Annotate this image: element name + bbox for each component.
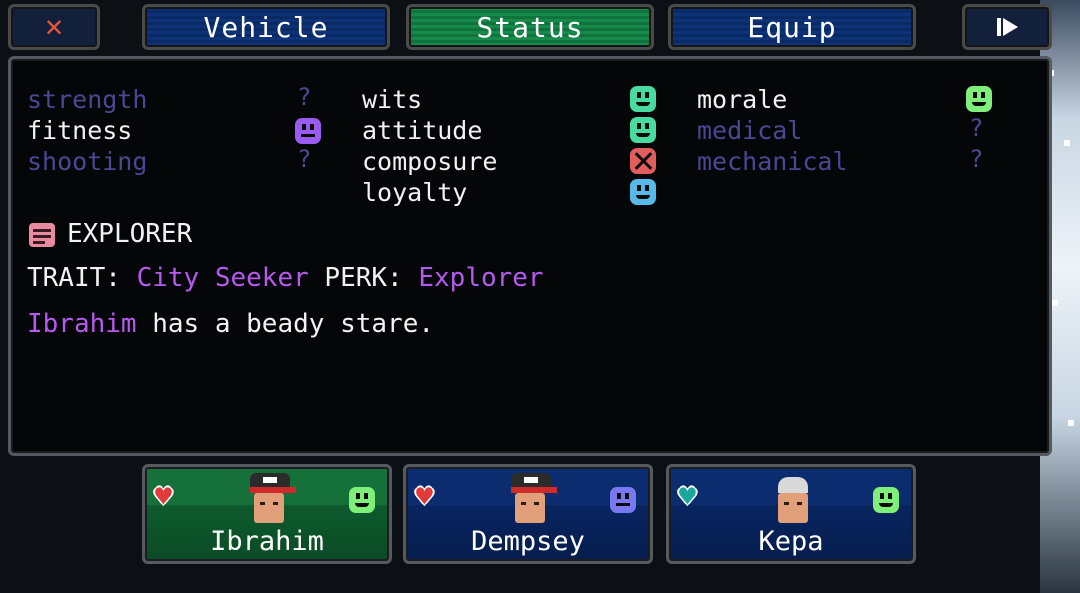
- avatar: [245, 473, 296, 527]
- status-panel: strength ? fitness shooting ? wits attit…: [8, 56, 1052, 456]
- tab-label: Equip: [747, 10, 837, 44]
- trait-perk-line: TRAIT: City Seeker PERK: Explorer: [27, 263, 544, 293]
- stat-shooting-unknown: ?: [297, 145, 312, 173]
- play-next-icon: [996, 18, 1001, 36]
- stat-fitness: fitness: [27, 116, 133, 145]
- stat-composure: composure: [362, 147, 498, 176]
- stat-attitude: attitude: [362, 116, 483, 145]
- happy-face-icon: [966, 86, 992, 112]
- stat-strength-unknown: ?: [297, 83, 312, 111]
- stat-shooting: shooting: [27, 147, 148, 176]
- party-member-name: Ibrahim: [210, 526, 324, 557]
- play-next-icon-arrow: [1002, 18, 1018, 36]
- avatar: [506, 473, 557, 527]
- party-member-name: Dempsey: [471, 526, 585, 557]
- heart-icon: ♥: [155, 480, 172, 513]
- perk-label: PERK:: [324, 263, 403, 293]
- party-member-name: Kepa: [758, 526, 824, 557]
- tab-status[interactable]: Status: [406, 4, 654, 50]
- neutral-face-icon: [610, 487, 636, 513]
- stat-morale: morale: [697, 85, 788, 114]
- party-member-card-kepa[interactable]: ♥ Kepa: [666, 464, 916, 564]
- party-member-card-dempsey[interactable]: ♥ Dempsey: [403, 464, 653, 564]
- character-name: Ibrahim: [27, 309, 137, 339]
- description-text: has a beady stare.: [152, 309, 434, 339]
- heart-icon: ♥: [416, 480, 433, 513]
- trait-label: TRAIT:: [27, 263, 121, 293]
- stat-loyalty: loyalty: [362, 178, 468, 207]
- close-button[interactable]: ✕: [8, 4, 100, 50]
- stat-medical: medical: [697, 116, 803, 145]
- explorer-role-icon: [29, 223, 55, 247]
- next-button[interactable]: [962, 4, 1052, 50]
- close-icon: ✕: [44, 9, 64, 44]
- happy-face-icon: [630, 86, 656, 112]
- happy-face-icon: [630, 117, 656, 143]
- character-description: Ibrahim has a beady stare.: [27, 309, 434, 339]
- heart-icon: ♥: [679, 480, 696, 513]
- party-member-card-ibrahim[interactable]: ♥ Ibrahim: [142, 464, 392, 564]
- role-label: EXPLORER: [67, 219, 193, 249]
- trait-value: City Seeker: [136, 263, 309, 293]
- stat-mechanical: mechanical: [697, 147, 848, 176]
- perk-value: Explorer: [418, 263, 544, 293]
- stat-mechanical-unknown: ?: [969, 145, 984, 173]
- stat-strength: strength: [27, 85, 148, 114]
- stat-wits: wits: [362, 85, 423, 114]
- tab-label: Vehicle: [203, 10, 329, 44]
- avatar: [769, 473, 819, 527]
- stat-medical-unknown: ?: [969, 114, 984, 142]
- happy-face-icon: [873, 487, 899, 513]
- tab-label: Status: [476, 10, 584, 44]
- neutral-face-icon: [295, 118, 321, 144]
- bad-face-icon: [630, 148, 656, 174]
- happy-face-icon: [349, 487, 375, 513]
- tab-equip[interactable]: Equip: [668, 4, 916, 50]
- happy-face-icon: [630, 179, 656, 205]
- tab-vehicle[interactable]: Vehicle: [142, 4, 390, 50]
